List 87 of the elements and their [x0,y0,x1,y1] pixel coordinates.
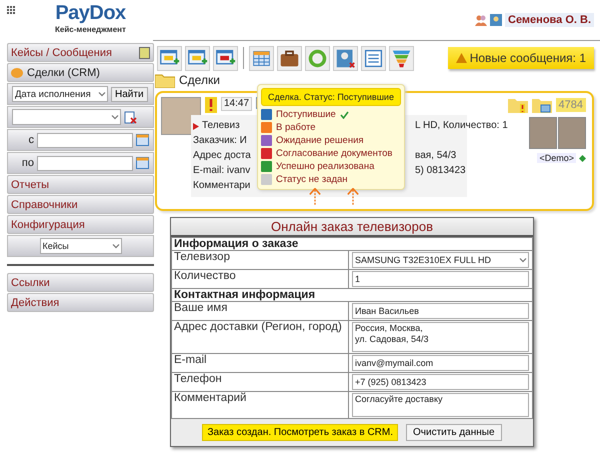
deal-line: 5) 0813423 [415,164,467,178]
popup-title: Сделка. Статус: Поступившие [261,88,401,106]
status-option[interactable]: Согласование документов [261,147,401,160]
users-icon[interactable] [475,14,487,26]
deal-time: 14:47 [221,97,252,111]
calendar-icon[interactable] [249,46,274,70]
field-label: E-mail [172,354,348,372]
field-label: Количество [172,270,348,288]
notice-text: Новые сообщения: 1 [470,51,586,65]
field-label: Телефон [172,372,348,392]
chevron-down-icon[interactable] [518,255,528,265]
input-field[interactable]: ivanv@mymail.com [352,355,529,371]
section-heading: Контактная информация [172,288,532,302]
status-option[interactable]: Статус не задан [261,173,401,186]
remove-user-icon[interactable] [333,46,358,70]
find-button[interactable]: Найти [111,86,148,102]
sidebar-menu-item[interactable]: Ссылки [7,273,154,292]
diamond-icon [579,154,586,162]
folder-image-icon[interactable] [532,97,552,113]
folder-warning-icon[interactable] [508,97,528,113]
date-select[interactable]: Дата исполнения [12,86,108,102]
status-option[interactable]: Успешно реализована [261,160,401,173]
exclamation-icon [205,97,217,113]
calendar-icon[interactable] [136,134,149,146]
field-label: Адрес доставки (Регион, город) [172,320,348,354]
textarea-field[interactable]: Согласуйте доставку [352,393,529,417]
to-date-field[interactable] [37,156,133,170]
from-date-field[interactable] [37,132,133,148]
logo-subtitle: Кейс-менеджмент [55,25,126,34]
input-field[interactable]: Иван Васильев [352,303,529,319]
deal-line: Телевиз [193,119,251,133]
logo-text: PayDox [55,2,126,25]
breadcrumb-text[interactable]: Сделки [179,73,220,87]
status-option[interactable]: Поступившие [261,108,401,121]
sidebar-menu-item[interactable]: Отчеты [7,175,154,194]
new-messages-notice[interactable]: Новые сообщения: 1 [448,47,594,69]
clear-filter-icon[interactable] [124,110,137,124]
window-add-icon[interactable] [213,46,238,70]
chevron-down-icon[interactable] [97,89,107,99]
filter-select[interactable] [12,109,121,125]
clear-button[interactable]: Очистить данные [406,424,502,441]
demo-label: <Demo> [537,153,576,163]
to-label: по [20,157,34,169]
briefcase-icon[interactable] [277,46,302,70]
deal-line: Заказчик: И [193,134,248,148]
folder-icon [155,72,175,88]
deals-menu-item[interactable]: Сделки (CRM) [7,63,154,82]
field-label: Ваше имя [172,302,348,320]
user-name[interactable]: Семенова О. В. [505,13,594,27]
field-label: Комментарий [172,392,348,418]
chevron-down-icon[interactable] [110,112,120,122]
field-label: Телевизор [172,250,348,270]
sidebar-menu-item[interactable]: Действия [7,293,154,312]
sidebar-menu-item[interactable]: Справочники [7,195,154,214]
sidebar-menu-item[interactable]: Конфигурация [7,215,154,234]
input-field[interactable]: +7 (925) 0813423 [352,374,529,390]
grid-icon[interactable] [7,6,15,14]
deal-line: E-mail: ivanv [193,164,251,178]
deal-line: Комментари [193,179,251,193]
form-title: Онлайн заказ телевизоров [171,218,533,237]
textarea-field[interactable]: Россия, Москва, ул. Садовая, 54/3 [352,322,529,352]
deal-line: L HD, Количество: 1 [415,119,508,133]
from-label: с [28,134,34,146]
sidebar-header[interactable]: Кейсы / Сообщения [7,43,154,62]
tv-select[interactable]: SAMSUNG T32E310EX FULL HD [352,252,529,268]
notepad-icon[interactable] [139,46,150,58]
avatar [558,117,586,149]
deal-line: Адрес доста [193,149,251,163]
bullet-icon [193,122,199,130]
calendar-icon[interactable] [136,157,149,169]
quantity-field[interactable]: 1 [352,271,529,287]
status-option[interactable]: Ожидание решения [261,134,401,147]
avatar [529,117,557,149]
deal-number: 4784 [556,98,586,112]
view-order-button[interactable]: Заказ создан. Посмотреть заказ в CRM. [202,424,398,441]
window-add-icon[interactable] [185,46,210,70]
section-heading: Информация о заказе [172,238,532,250]
warning-icon [456,53,467,63]
window-add-icon[interactable] [157,46,182,70]
funnel-icon[interactable] [389,46,414,70]
status-option[interactable]: В работе [261,121,401,134]
list-icon[interactable] [361,46,386,70]
profile-icon[interactable] [490,14,502,26]
chevron-down-icon[interactable] [110,241,120,251]
deal-line: вая, 54/3 [415,149,458,163]
config-select[interactable]: Кейсы [40,238,122,254]
check-icon [340,110,349,118]
